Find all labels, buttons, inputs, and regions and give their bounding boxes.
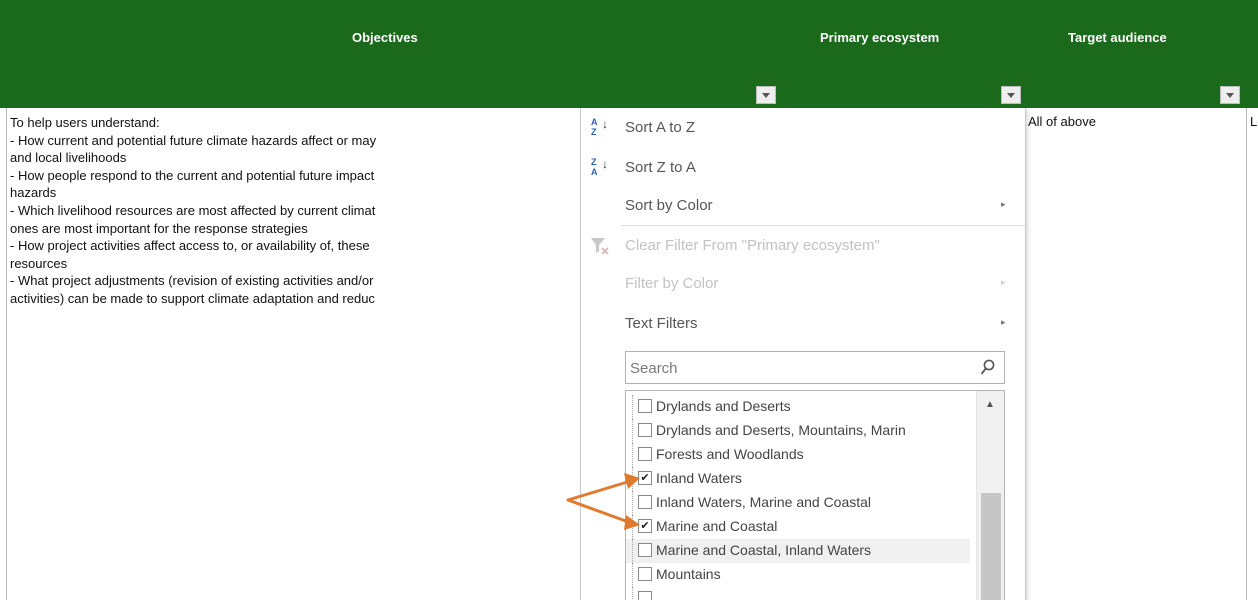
- menu-item-filter-by-color: Filter by Color ▸: [581, 266, 1025, 302]
- list-item[interactable]: Marine and Coastal, Inland Waters: [626, 539, 970, 563]
- cell-text-line: resources: [10, 255, 68, 271]
- submenu-arrow-icon: ▸: [1001, 199, 1006, 209]
- checkbox[interactable]: [638, 591, 652, 600]
- filter-dropdown-button-primary-ecosystem[interactable]: [1001, 86, 1021, 104]
- menu-item-sort-z-to-a[interactable]: Z A ↓ Sort Z to A: [581, 150, 1025, 186]
- list-item[interactable]: Drylands and Deserts: [626, 395, 970, 419]
- cell-text-line: ones are most important for the response…: [10, 220, 308, 236]
- cell-text-line: - How project activities affect access t…: [10, 238, 370, 254]
- menu-item-clear-filter: Clear Filter From "Primary ecosystem": [581, 228, 1025, 264]
- list-item-label: Inland Waters, Marine and Coastal: [656, 494, 872, 510]
- list-item[interactable]: ✔ Marine and Coastal: [626, 515, 970, 539]
- checkbox[interactable]: [638, 423, 652, 437]
- sort-ascending-icon: A Z ↓: [591, 117, 608, 137]
- grid-line: [6, 108, 7, 600]
- menu-item-label: Sort by Color: [625, 197, 713, 214]
- list-item-label: Mountains: [656, 566, 721, 582]
- target-audience-cell[interactable]: All of above: [1028, 114, 1096, 129]
- cell-text-line: - How current and potential future clima…: [10, 132, 377, 148]
- list-item-label: Marine and Coastal, Inland Waters: [656, 542, 872, 558]
- list-item[interactable]: ✔ Inland Waters: [626, 467, 970, 491]
- submenu-arrow-icon: ▸: [1001, 277, 1006, 287]
- cell-text-line: - Which livelihood resources are most af…: [10, 202, 376, 218]
- menu-separator: [621, 225, 1025, 226]
- cell-text-line: activities) can be made to support clima…: [10, 290, 375, 306]
- list-item[interactable]: Forests and Woodlands: [626, 443, 970, 467]
- filter-values-list[interactable]: Drylands and Deserts Drylands and Desert…: [625, 390, 1005, 600]
- chevron-down-icon: [1007, 93, 1015, 98]
- menu-item-label: Sort Z to A: [625, 159, 696, 176]
- list-item-label: Drylands and Deserts, Mountains, Marin: [656, 422, 906, 438]
- filter-dropdown-button-target-audience[interactable]: [1220, 86, 1240, 104]
- checkbox[interactable]: [638, 447, 652, 461]
- menu-item-label: Sort A to Z: [625, 119, 696, 136]
- menu-item-label: Filter by Color: [625, 275, 719, 292]
- list-item[interactable]: Inland Waters, Marine and Coastal: [626, 491, 970, 515]
- filter-search-box: [625, 351, 1005, 384]
- sort-descending-icon: Z A ↓: [591, 157, 608, 177]
- list-item-label: Drylands and Deserts: [656, 398, 791, 414]
- column-header-objectives: Objectives: [352, 30, 418, 45]
- menu-item-label: Text Filters: [625, 315, 698, 332]
- list-item-label: Marine and Coastal: [656, 518, 778, 534]
- cell-text-line: hazards: [10, 185, 57, 201]
- scroll-thumb[interactable]: [981, 493, 1001, 600]
- cell-text-line: - How people respond to the current and …: [10, 167, 375, 183]
- grid-line: [1246, 108, 1247, 600]
- list-item-label: Inland Waters: [656, 470, 742, 486]
- clear-filter-icon: [591, 238, 609, 255]
- filter-dropdown-button-objectives[interactable]: [756, 86, 776, 104]
- table-header: Objectives Primary ecosystem Target audi…: [0, 0, 1258, 108]
- menu-item-label: Clear Filter From "Primary ecosystem": [625, 237, 880, 254]
- cell-text-line: - What project adjustments (revision of …: [10, 273, 374, 289]
- menu-item-sort-by-color[interactable]: Sort by Color ▸: [581, 188, 1025, 224]
- menu-item-sort-a-to-z[interactable]: A Z ↓ Sort A to Z: [581, 110, 1025, 146]
- list-item-label: Forests and Woodlands: [656, 446, 804, 462]
- menu-item-text-filters[interactable]: Text Filters ▸: [581, 306, 1025, 342]
- list-item[interactable]: Drylands and Deserts, Mountains, Marin: [626, 419, 970, 443]
- cell-text-line: To help users understand:: [10, 115, 160, 130]
- chevron-down-icon: [762, 93, 770, 98]
- scroll-up-icon[interactable]: ▲: [985, 399, 995, 410]
- chevron-down-icon: [1226, 93, 1234, 98]
- list-scrollbar[interactable]: ▲: [976, 391, 1004, 600]
- objectives-cell[interactable]: To help users understand: - How current …: [10, 114, 582, 384]
- list-item[interactable]: [626, 587, 970, 600]
- cell-text-line: and local livelihoods: [10, 150, 127, 166]
- annotation-arrows-icon: [566, 473, 640, 530]
- submenu-arrow-icon: ▸: [1001, 317, 1006, 327]
- search-icon: [980, 359, 995, 375]
- search-input[interactable]: [630, 356, 970, 380]
- column-header-primary-ecosystem: Primary ecosystem: [820, 30, 940, 45]
- next-column-cell[interactable]: L: [1250, 114, 1257, 129]
- checkbox[interactable]: [638, 543, 652, 557]
- checkbox[interactable]: [638, 567, 652, 581]
- column-header-target-audience: Target audience: [1068, 30, 1167, 45]
- checkbox[interactable]: [638, 399, 652, 413]
- list-item[interactable]: Mountains: [626, 563, 970, 587]
